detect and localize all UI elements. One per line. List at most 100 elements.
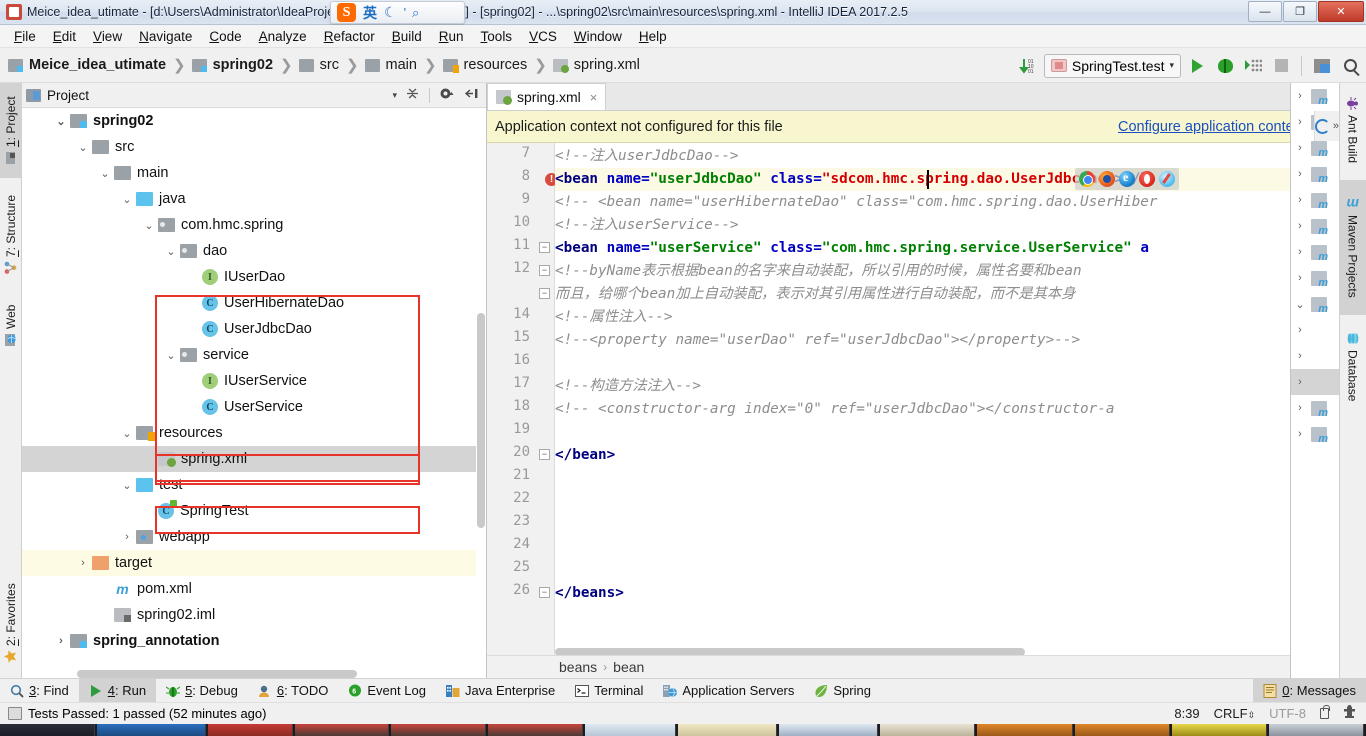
tree-item-userservice[interactable]: C UserService	[22, 394, 486, 420]
browser-launch-popup[interactable]	[1075, 168, 1179, 190]
sidebar-item-structure[interactable]: 7: Structure	[0, 180, 22, 288]
chevron-right-icon[interactable]: ›	[1294, 428, 1306, 440]
editor-gutter[interactable]: 7 8 9 10 11 12 14 15 16 17 18 19 20 21 22 23 24 25 26− − − − −…	[487, 143, 558, 678]
chevron-right-icon[interactable]: ›	[1294, 90, 1306, 102]
menu-item-refactor[interactable]: Refactor	[316, 27, 383, 46]
caret-position[interactable]: 8:39	[1174, 706, 1199, 721]
sidebar-item-database[interactable]: Database	[1339, 317, 1366, 417]
lock-icon[interactable]	[1320, 705, 1330, 719]
tool-window-button-event-log[interactable]: 6 Event Log	[338, 679, 436, 703]
run-button[interactable]	[1185, 54, 1209, 78]
hide-panel-icon[interactable]	[464, 86, 479, 104]
ime-toolbar[interactable]: S 英 ☾ ' ⌕	[330, 1, 465, 24]
sidebar-item-maven-projects[interactable]: m Maven Projects	[1339, 180, 1366, 315]
project-tree[interactable]: ⌄ spring02 ⌄ src ⌄ main ⌄ java ⌄ com.hmc.spring ⌄ d…	[22, 108, 486, 678]
safari-icon[interactable]	[1159, 171, 1175, 187]
taskbar-item[interactable]	[1268, 724, 1364, 736]
code-editor[interactable]: 7 8 9 10 11 12 14 15 16 17 18 19 20 21 22 23 24 25 26− − − − −…	[487, 143, 1339, 678]
code-line[interactable]: </bean>	[555, 444, 615, 467]
chevron-down-icon[interactable]: ⌄	[76, 140, 90, 154]
taskbar-item[interactable]	[1074, 724, 1170, 736]
debug-button[interactable]	[1213, 54, 1237, 78]
code-line[interactable]: <!--<property name="userDao" ref="userJd…	[555, 329, 1080, 352]
sidebar-item-ant-build[interactable]: Ant Build	[1339, 83, 1366, 178]
configure-application-context-link[interactable]: Configure application context	[1118, 119, 1305, 135]
tool-window-button-run[interactable]: 4: Run	[78, 678, 157, 703]
breadcrumb-item-resources[interactable]: resources	[442, 57, 527, 73]
tree-item-webapp[interactable]: › webapp	[22, 524, 486, 550]
chevron-right-icon[interactable]: ›	[120, 530, 134, 544]
code-fold-marker[interactable]: −	[539, 288, 550, 299]
breadcrumb-item-meice-idea-utimate[interactable]: Meice_idea_utimate	[8, 57, 166, 73]
code-line[interactable]: </beans>	[555, 582, 624, 605]
gear-icon[interactable]	[439, 86, 455, 104]
project-scroll-thumb[interactable]	[477, 313, 485, 528]
tree-item-src[interactable]: ⌄ src	[22, 134, 486, 160]
menu-item-build[interactable]: Build	[384, 27, 430, 46]
maven-tree-row[interactable]: ›	[1291, 317, 1339, 343]
taskbar-item[interactable]	[97, 724, 207, 736]
chevron-down-icon[interactable]: ▾	[1169, 60, 1174, 71]
maven-projects-panel[interactable]: › › › › › › › › ⌄ › › › › ›	[1290, 83, 1339, 678]
code-content[interactable]: <!--注入userJdbcDao--> <bean name="userJdb…	[555, 143, 1339, 678]
tool-window-button-debug[interactable]: 5: Debug	[156, 679, 248, 703]
chevron-right-icon[interactable]: ›	[1294, 194, 1306, 206]
taskbar-item[interactable]	[0, 724, 96, 736]
maven-tree-row[interactable]: ›	[1291, 369, 1339, 395]
code-line[interactable]: 而且，给哪个bean加上自动装配，表示对其引用属性进行自动装配，而不是其本身	[555, 283, 1076, 306]
tree-item-spring02-iml[interactable]: spring02.iml	[22, 602, 486, 628]
menu-item-help[interactable]: Help	[631, 27, 675, 46]
chevron-right-icon[interactable]: ›	[1294, 246, 1306, 258]
project-view-selector[interactable]: ▾	[392, 90, 397, 101]
chevron-down-icon[interactable]: ⌄	[98, 166, 112, 180]
ime-moon-icon[interactable]: ☾	[384, 4, 397, 21]
menu-item-file[interactable]: File	[6, 27, 44, 46]
code-line[interactable]: <!-- <constructor-arg index="0" ref="use…	[555, 398, 1114, 421]
menu-item-analyze[interactable]: Analyze	[251, 27, 315, 46]
maven-tree-row[interactable]: ›	[1291, 187, 1339, 213]
tool-window-button-java-enterprise[interactable]: Java Enterprise	[436, 679, 565, 703]
tool-window-button-find[interactable]: 3: Find	[0, 679, 79, 703]
search-everywhere-button[interactable]	[1338, 54, 1362, 78]
chevron-right-icon[interactable]: ›	[54, 634, 68, 648]
taskbar-item[interactable]	[208, 724, 294, 736]
code-fold-marker[interactable]: −	[539, 449, 550, 460]
chevron-right-icon[interactable]: ›	[76, 556, 90, 570]
chevron-right-icon[interactable]: ›	[1294, 142, 1306, 154]
tree-item-userhibernatedao[interactable]: C UserHibernateDao	[22, 290, 486, 316]
tree-item-java[interactable]: ⌄ java	[22, 186, 486, 212]
chevron-down-icon[interactable]: ⌄	[120, 192, 134, 206]
maven-tree-row[interactable]: ›	[1291, 239, 1339, 265]
chevron-right-icon[interactable]: ›	[1294, 402, 1306, 414]
tree-item-resources[interactable]: ⌄ resources	[22, 420, 486, 446]
chevron-right-icon[interactable]: ›	[1294, 168, 1306, 180]
windows-taskbar[interactable]	[0, 724, 1366, 736]
collapse-all-icon[interactable]	[405, 86, 420, 104]
tree-item-spring02[interactable]: ⌄ spring02	[22, 108, 486, 134]
menu-item-window[interactable]: Window	[566, 27, 630, 46]
maven-tree-row[interactable]: ›	[1291, 343, 1339, 369]
line-separator[interactable]: CRLF⇳	[1214, 706, 1256, 721]
tool-window-button-messages[interactable]: 0: Messages	[1253, 678, 1366, 703]
project-hscrollbar[interactable]	[77, 670, 357, 678]
hydrant-icon[interactable]	[1343, 705, 1356, 722]
chevron-right-icon[interactable]: ›	[1294, 324, 1306, 336]
taskbar-item[interactable]	[390, 724, 486, 736]
menu-item-vcs[interactable]: VCS	[521, 27, 565, 46]
tree-item-iuserservice[interactable]: I IUserService	[22, 368, 486, 394]
tree-item-test[interactable]: ⌄ test	[22, 472, 486, 498]
taskbar-item[interactable]	[977, 724, 1073, 736]
maven-tree-row[interactable]: ›	[1291, 395, 1339, 421]
breadcrumb-item-src[interactable]: src	[298, 57, 339, 73]
code-fold-marker[interactable]: −	[539, 242, 550, 253]
code-line[interactable]: <!--注入userService-->	[555, 214, 739, 237]
menu-item-view[interactable]: View	[85, 27, 130, 46]
menu-item-code[interactable]: Code	[201, 27, 249, 46]
menu-item-run[interactable]: Run	[431, 27, 472, 46]
maven-tree-row[interactable]: ›	[1291, 213, 1339, 239]
sogou-logo-icon[interactable]: S	[337, 3, 356, 22]
code-line[interactable]: <!--注入userJdbcDao-->	[555, 145, 739, 168]
chevron-right-icon[interactable]: ›	[1294, 272, 1306, 284]
chevron-down-icon[interactable]: ⌄	[120, 478, 134, 492]
breadcrumb-item-main[interactable]: main	[364, 57, 417, 73]
